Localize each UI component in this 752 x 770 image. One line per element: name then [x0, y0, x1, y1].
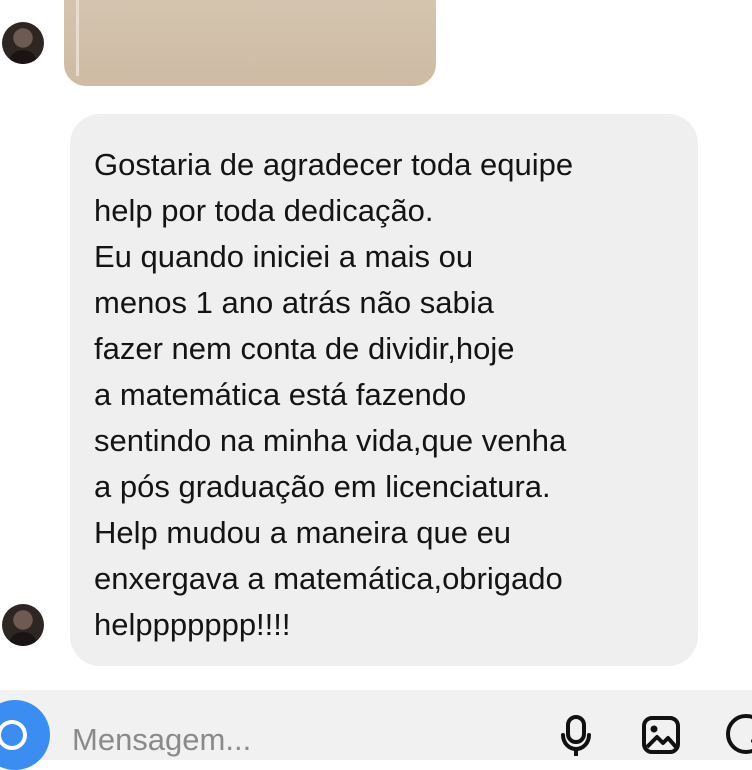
message-thread: Gostaria de agradecer toda equipe help p…	[0, 0, 752, 690]
message-line: fazer nem conta de dividir,hoje	[94, 331, 515, 366]
message-line: sentindo na minha vida,que venha	[94, 423, 567, 458]
message-line: Eu quando iniciei a mais ou	[94, 239, 474, 274]
message-line: menos 1 ano atrás não sabia	[94, 285, 494, 320]
message-line: helppppppp!!!!	[94, 607, 291, 642]
message-line: enxergava a matemática,obrigado	[94, 561, 563, 596]
text-message-bubble[interactable]: Gostaria de agradecer toda equipe help p…	[70, 114, 698, 666]
message-input[interactable]	[72, 718, 512, 762]
sender-avatar[interactable]	[2, 604, 44, 646]
camera-icon	[0, 720, 27, 750]
microphone-icon[interactable]	[555, 714, 597, 756]
gallery-icon[interactable]	[640, 714, 682, 756]
sticker-icon[interactable]	[726, 714, 752, 756]
message-line: a pós graduação em licenciatura.	[94, 469, 551, 504]
message-line: Help mudou a maneira que eu	[94, 515, 512, 550]
message-line: a matemática está fazendo	[94, 377, 467, 412]
photo-message[interactable]	[64, 0, 436, 86]
message-line: Gostaria de agradecer toda equipe	[94, 147, 574, 182]
message-line: help por toda dedicação.	[94, 193, 434, 228]
sender-avatar[interactable]	[2, 22, 44, 64]
